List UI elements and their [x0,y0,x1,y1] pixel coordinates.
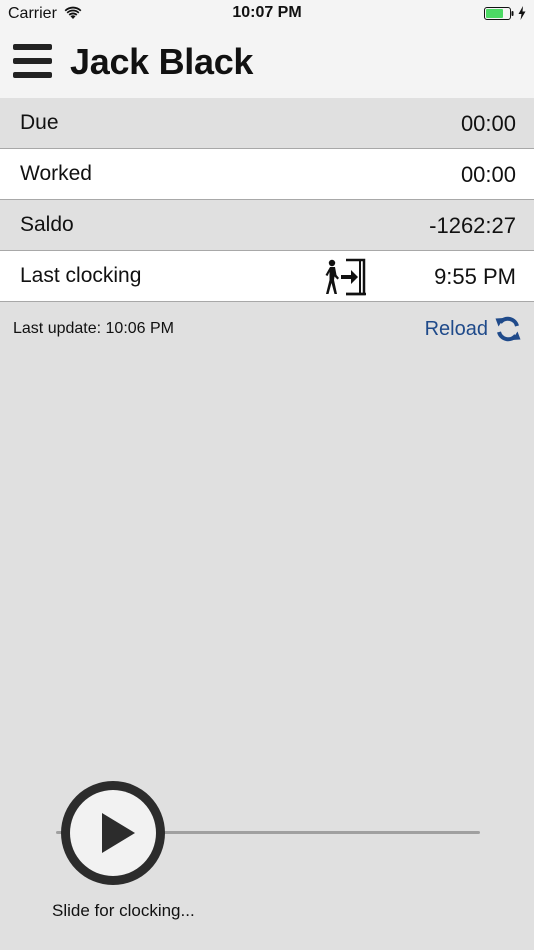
row-label: Worked [20,162,92,185]
nav-bar: Jack Black [0,28,534,98]
reload-button[interactable]: Reload [425,314,522,344]
row-worked: Worked 00:00 [0,149,534,200]
person-entering-door-icon [325,258,366,296]
row-label: Last clocking [20,264,142,287]
refresh-icon [495,316,521,342]
status-time: 10:07 PM [232,4,302,21]
row-value: 00:00 [460,111,516,136]
row-value: 00:00 [460,162,516,187]
last-update-text: Last update: 10:06 PM [13,320,174,337]
summary-list: Due 00:00 Worked 00:00 Saldo -1262:27 La… [0,98,534,302]
hamburger-menu-icon[interactable] [13,44,52,78]
charging-bolt-icon [518,6,526,20]
status-bar: Carrier 10:07 PM [0,0,534,28]
row-label: Due [20,111,59,134]
row-last-clocking: Last clocking 9:55 PM [0,251,534,302]
row-due: Due 00:00 [0,98,534,149]
reload-label: Reload [424,317,488,340]
row-label: Saldo [20,213,74,236]
row-saldo: Saldo -1262:27 [0,200,534,251]
play-icon[interactable] [57,777,169,889]
row-value: 9:55 PM [434,264,516,289]
row-value: -1262:27 [429,213,516,238]
page-title: Jack Black [70,41,254,82]
battery-icon [484,7,514,20]
slider-caption: Slide for clocking... [52,901,195,920]
